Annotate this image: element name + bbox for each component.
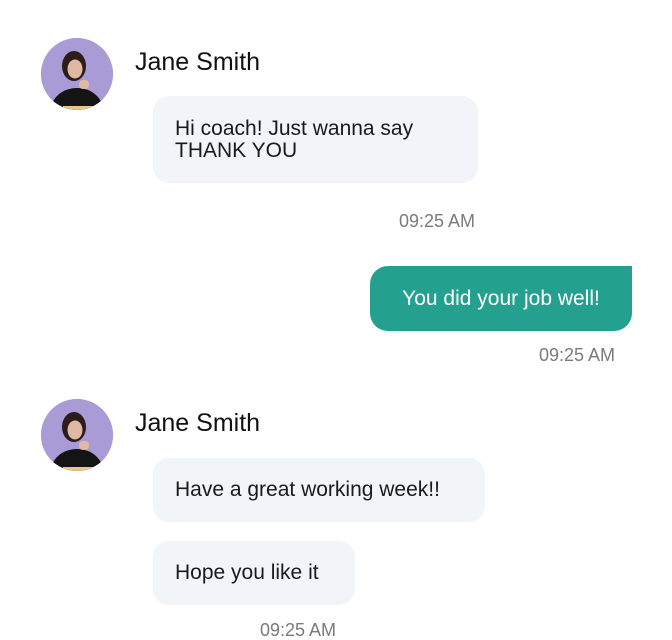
message-text: Hi coach! Just wanna say bbox=[175, 117, 414, 140]
message-text: THANK YOU bbox=[175, 139, 298, 162]
sender-name: Jane Smith bbox=[135, 48, 261, 76]
message-text: You did your job well! bbox=[402, 287, 600, 310]
message-bubble[interactable]: Hi coach! Just wanna say THANK YOU bbox=[153, 96, 478, 183]
message-bubble[interactable]: Have a great working week!! bbox=[153, 458, 485, 522]
message-timestamp: 09:25 AM bbox=[399, 211, 476, 231]
sender-name: Jane Smith bbox=[135, 409, 261, 437]
message-text: Hope you like it bbox=[175, 561, 319, 584]
message-timestamp: 09:25 AM bbox=[260, 620, 337, 640]
avatar[interactable] bbox=[41, 38, 113, 110]
message-bubble-outgoing[interactable]: You did your job well! bbox=[370, 266, 632, 331]
message-bubble[interactable]: Hope you like it bbox=[153, 541, 355, 605]
avatar[interactable] bbox=[41, 399, 113, 471]
message-timestamp: 09:25 AM bbox=[539, 345, 616, 365]
message-text: Have a great working week!! bbox=[175, 478, 440, 501]
user-photo-icon bbox=[41, 38, 113, 110]
user-photo-icon bbox=[41, 399, 113, 471]
